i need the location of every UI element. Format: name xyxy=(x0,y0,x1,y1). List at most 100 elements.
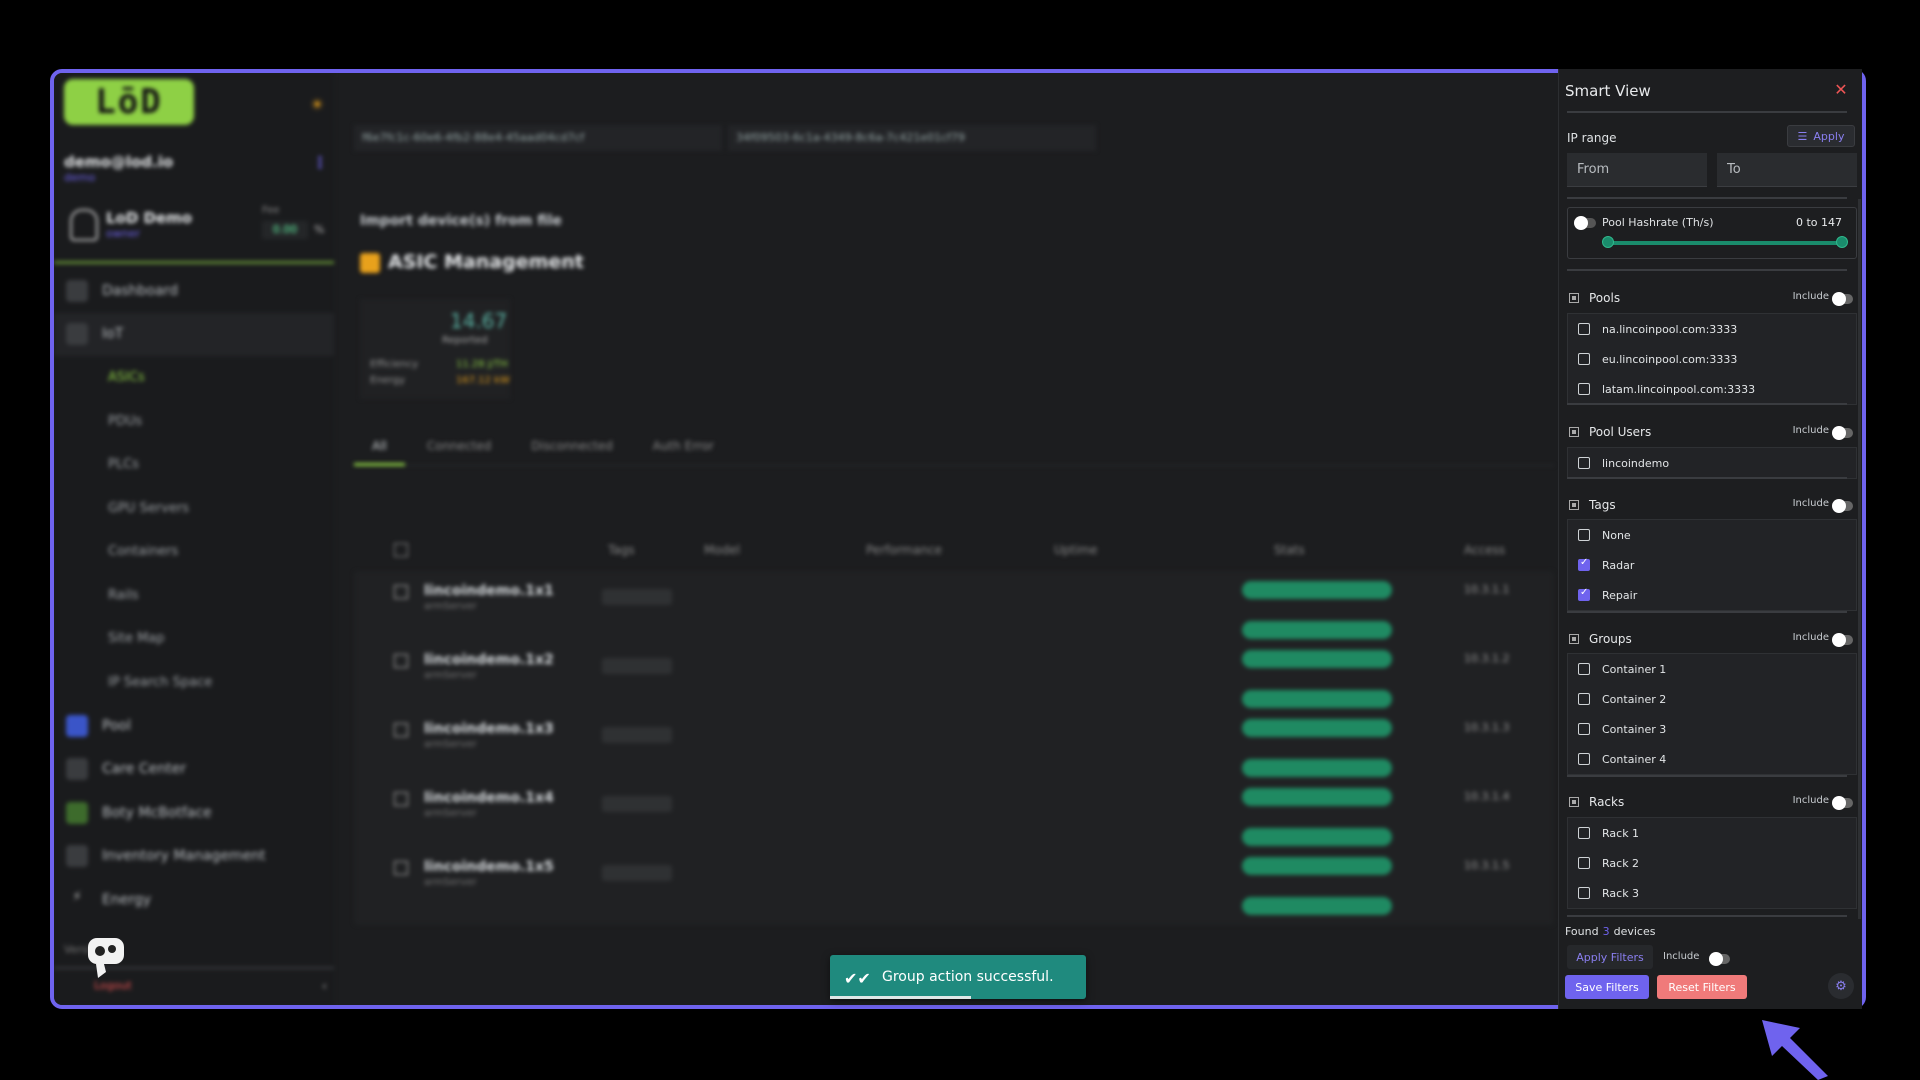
checkbox[interactable] xyxy=(1578,753,1590,765)
checkbox[interactable] xyxy=(1578,693,1590,705)
row-checkbox[interactable] xyxy=(394,585,408,599)
checkbox[interactable] xyxy=(1578,887,1590,899)
device-ip[interactable]: 10.3.1.3 xyxy=(1464,721,1509,734)
logout-link[interactable]: Logout xyxy=(94,979,132,992)
table-row[interactable]: lincoindemo.1x1 armServer 10.3.1.1 xyxy=(354,571,1554,649)
include-toggle[interactable] xyxy=(1832,633,1853,647)
table-row[interactable]: lincoindemo.1x2 armServer 10.3.1.2 xyxy=(354,640,1554,718)
import-devices-link[interactable]: Import device(s) from file xyxy=(360,213,562,229)
checkbox[interactable] xyxy=(1578,529,1590,541)
checkbox-item[interactable]: Repair xyxy=(1568,580,1856,610)
checkbox-item[interactable]: latam.lincoinpool.com:3333 xyxy=(1568,374,1856,404)
checkbox-item[interactable]: Radar xyxy=(1568,550,1856,580)
checkbox[interactable] xyxy=(1578,587,1590,601)
nav-pool[interactable]: Pool xyxy=(54,704,334,748)
nav-iot[interactable]: IoT xyxy=(54,312,334,356)
table-row[interactable]: lincoindemo.1x5 armServer 10.3.1.5 xyxy=(354,847,1554,925)
checkbox-item[interactable]: Container 3 xyxy=(1568,714,1856,744)
ip-to-input[interactable] xyxy=(1717,153,1857,187)
checkbox[interactable] xyxy=(1578,557,1590,571)
checkbox[interactable] xyxy=(1578,827,1590,839)
close-icon[interactable]: ✕ xyxy=(1832,81,1850,99)
checkbox-item[interactable]: Container 1 xyxy=(1568,654,1856,684)
ip-apply-button[interactable]: ☰ Apply xyxy=(1787,125,1855,147)
checkbox-item[interactable]: None xyxy=(1568,520,1856,550)
device-ip[interactable]: 10.3.1.1 xyxy=(1464,583,1509,596)
user-menu-icon[interactable]: ⋮ xyxy=(312,153,328,172)
checkbox-item[interactable]: lincoindemo xyxy=(1568,448,1856,478)
nav-gpu-servers[interactable]: GPU Servers xyxy=(54,487,334,531)
nav-asics[interactable]: ASICs xyxy=(54,356,334,400)
device-name[interactable]: lincoindemo.1x5 xyxy=(424,859,554,875)
nav-energy[interactable]: ⚡ Energy xyxy=(54,878,334,922)
include-toggle[interactable] xyxy=(1832,426,1853,440)
nav-care-center[interactable]: Care Center xyxy=(54,748,334,792)
slider-min-handle[interactable] xyxy=(1602,236,1614,248)
reset-filters-button[interactable]: Reset Filters xyxy=(1657,975,1747,999)
table-row[interactable]: lincoindemo.1x3 armServer 10.3.1.3 xyxy=(354,709,1554,787)
checkbox[interactable] xyxy=(1578,353,1590,365)
checkbox-item[interactable]: Rack 2 xyxy=(1568,848,1856,878)
include-toggle[interactable] xyxy=(1832,499,1853,513)
nav-pdus[interactable]: PDUs xyxy=(54,400,334,444)
panel-scrollbar[interactable] xyxy=(1858,199,1861,919)
checkbox-item[interactable]: Container 4 xyxy=(1568,744,1856,774)
include-toggle[interactable] xyxy=(1709,952,1730,966)
toast-notification: ✔✔ Group action successful. xyxy=(830,955,1086,999)
table-row[interactable]: lincoindemo.1x4 armServer 10.3.1.4 xyxy=(354,778,1554,856)
device-ip[interactable]: 10.3.1.4 xyxy=(1464,790,1509,803)
lod-logo[interactable]: LōD xyxy=(64,79,194,125)
checkbox[interactable] xyxy=(1578,857,1590,869)
save-filters-button[interactable]: Save Filters xyxy=(1565,975,1649,999)
checkbox[interactable] xyxy=(1578,663,1590,675)
device-ip[interactable]: 10.3.1.5 xyxy=(1464,859,1509,872)
nav-dashboard[interactable]: Dashboard xyxy=(54,269,334,313)
checkbox-item[interactable]: Container 2 xyxy=(1568,684,1856,714)
row-checkbox[interactable] xyxy=(394,861,408,875)
checkbox[interactable] xyxy=(1578,383,1590,395)
apply-filters-button[interactable]: Apply Filters xyxy=(1567,945,1653,969)
hashrate-toggle[interactable] xyxy=(1574,216,1596,230)
tab-auth-error[interactable]: Auth Error xyxy=(635,429,732,463)
tab-disconnected[interactable]: Disconnected xyxy=(513,429,631,463)
theme-toggle-icon[interactable]: ☀ xyxy=(310,95,324,114)
slider-max-handle[interactable] xyxy=(1836,236,1848,248)
nav-containers[interactable]: Containers xyxy=(54,530,334,574)
row-checkbox[interactable] xyxy=(394,654,408,668)
nav-inventory[interactable]: Inventory Management xyxy=(54,835,334,879)
tune-filters-icon[interactable]: ⚙ xyxy=(1828,973,1854,999)
fan-rpm-badge xyxy=(1242,719,1392,737)
nav-plcs[interactable]: PLCs xyxy=(54,443,334,487)
nav-rails[interactable]: Rails xyxy=(54,574,334,618)
device-name[interactable]: lincoindemo.1x1 xyxy=(424,583,554,599)
nav-boty[interactable]: Boty McBotface xyxy=(54,791,334,835)
ip-from-input[interactable] xyxy=(1567,153,1707,187)
device-ip[interactable]: 10.3.1.2 xyxy=(1464,652,1509,665)
checkbox[interactable] xyxy=(1578,457,1590,469)
hashrate-slider-track[interactable] xyxy=(1608,241,1842,245)
section-label: Groups xyxy=(1589,632,1632,646)
nav-site-map[interactable]: Site Map xyxy=(54,617,334,661)
nav-ip-search-space[interactable]: IP Search Space xyxy=(54,661,334,705)
tab-all[interactable]: All xyxy=(354,429,405,466)
checkbox-item[interactable]: na.lincoinpool.com:3333 xyxy=(1568,314,1856,344)
include-toggle[interactable] xyxy=(1832,796,1853,810)
collapse-sidebar-icon[interactable]: ‹ xyxy=(322,979,327,993)
device-name[interactable]: lincoindemo.1x3 xyxy=(424,721,554,737)
row-checkbox[interactable] xyxy=(394,792,408,806)
checkbox-item[interactable]: eu.lincoinpool.com:3333 xyxy=(1568,344,1856,374)
select-all-checkbox[interactable] xyxy=(394,543,408,557)
hashrate-range-value: 0 to 147 xyxy=(1795,216,1842,229)
bot-avatar-icon[interactable] xyxy=(82,932,130,980)
row-checkbox[interactable] xyxy=(394,723,408,737)
checkbox[interactable] xyxy=(1578,323,1590,335)
checkbox[interactable] xyxy=(1578,723,1590,735)
device-name[interactable]: lincoindemo.1x4 xyxy=(424,790,554,806)
include-toggle[interactable] xyxy=(1832,292,1853,306)
checkbox-item[interactable]: Rack 3 xyxy=(1568,878,1856,908)
account-card[interactable]: LoD Demo owner Fee 0.00 % xyxy=(64,203,326,253)
fee-input[interactable]: 0.00 xyxy=(262,221,308,239)
device-name[interactable]: lincoindemo.1x2 xyxy=(424,652,554,668)
tab-connected[interactable]: Connected xyxy=(409,429,510,463)
checkbox-item[interactable]: Rack 1 xyxy=(1568,818,1856,848)
